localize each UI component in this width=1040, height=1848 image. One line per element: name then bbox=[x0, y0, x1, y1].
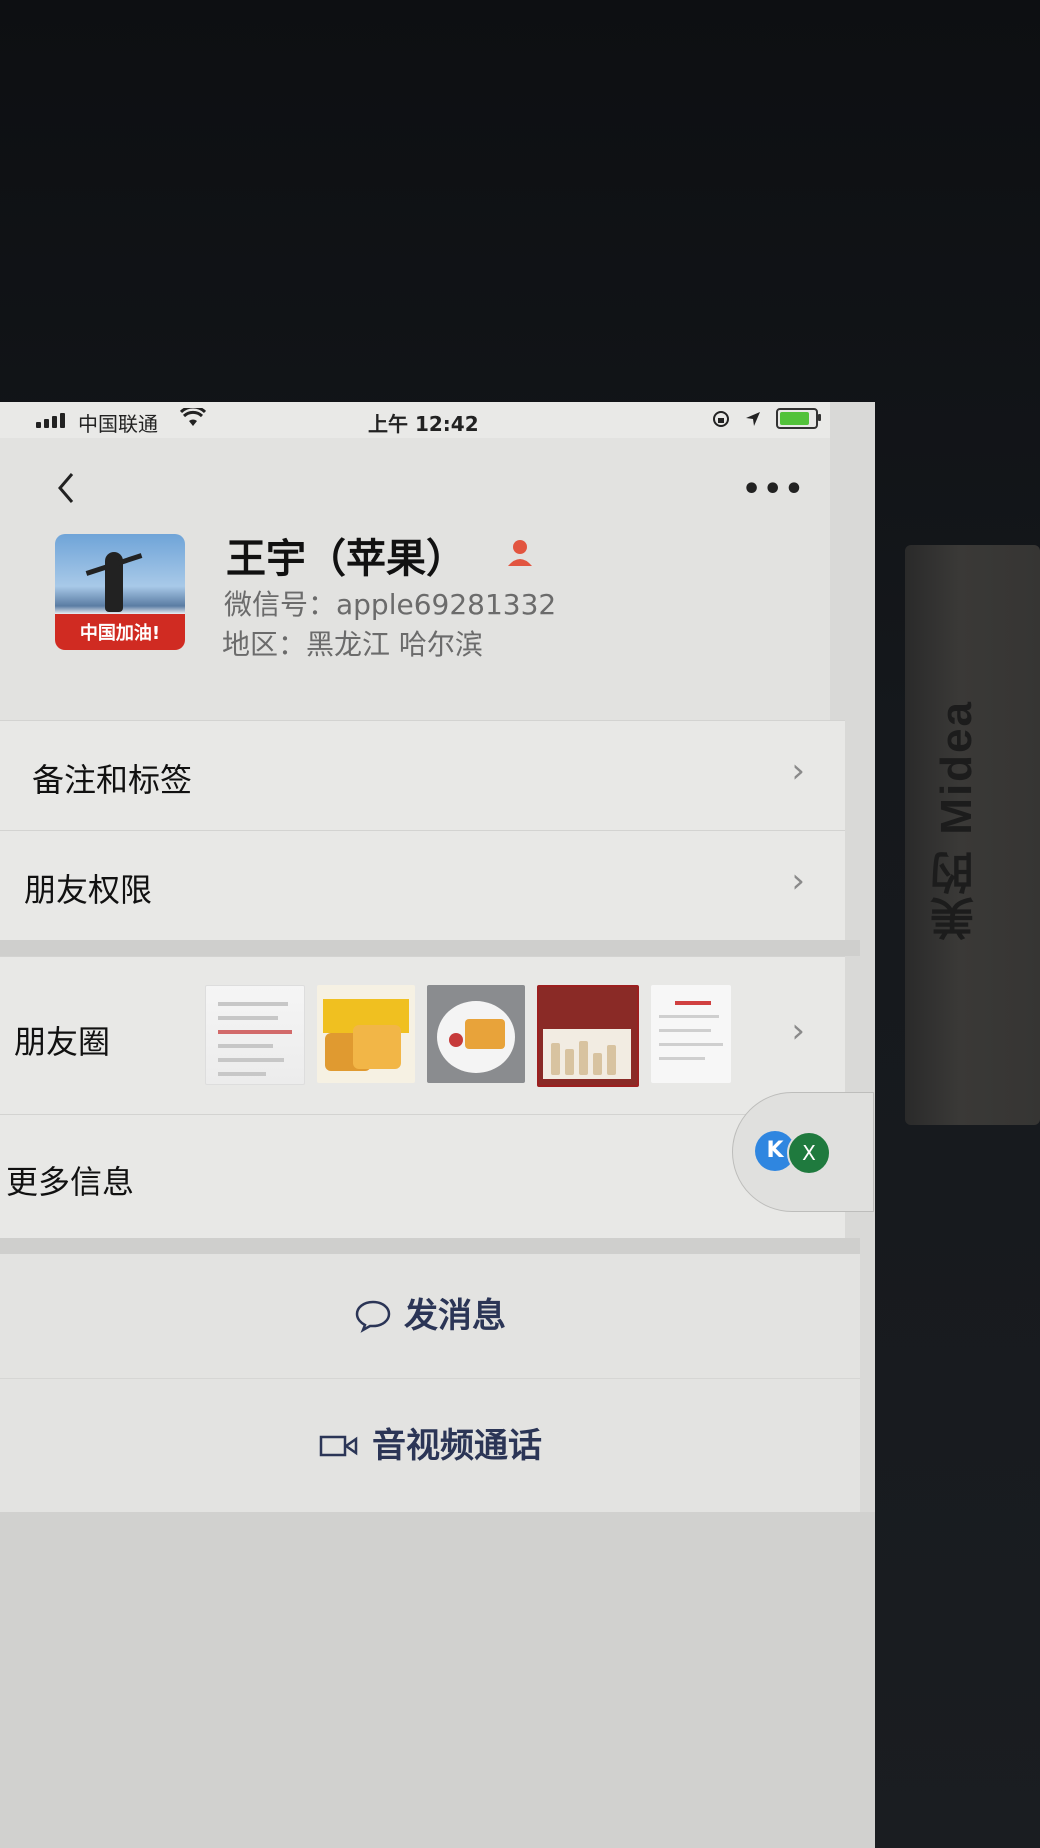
appliance-brand-text: 美的 Midea bbox=[932, 700, 981, 941]
orientation-lock-icon bbox=[713, 410, 729, 427]
floating-widget[interactable]: K X bbox=[732, 1092, 874, 1212]
row-moments[interactable]: 朋友圈 › bbox=[0, 956, 845, 1115]
section-divider bbox=[0, 1238, 860, 1254]
avatar-photo-figure bbox=[105, 552, 123, 612]
moment-thumbnail bbox=[205, 985, 305, 1085]
chat-bubble-icon bbox=[355, 1300, 391, 1333]
moment-thumbnail bbox=[427, 985, 525, 1083]
wifi-icon bbox=[179, 405, 207, 433]
moment-thumbnail bbox=[651, 985, 731, 1083]
carrier-name: 中国联通 bbox=[78, 412, 158, 436]
row-more-info[interactable]: 更多信息 bbox=[0, 1114, 845, 1239]
clock: 上午 12:42 bbox=[368, 412, 479, 436]
avatar[interactable]: 中国加油! bbox=[55, 534, 185, 650]
region: 地区：黑龙江 哈尔滨 bbox=[222, 628, 483, 661]
contact-name: 王宇（苹果） bbox=[226, 536, 466, 582]
moment-thumbnail bbox=[317, 985, 415, 1083]
voice-video-call-button[interactable]: 音视频通话 bbox=[0, 1378, 860, 1513]
row-remarks-tags[interactable]: 备注和标签 › bbox=[0, 720, 845, 831]
phone-screen: 中国联通 上午 12:42 ••• 中国加油! 王宇（苹果） 微信号：apple… bbox=[0, 402, 875, 1848]
more-button[interactable]: ••• bbox=[742, 472, 806, 507]
send-message-button[interactable]: 发消息 bbox=[0, 1254, 860, 1378]
status-bar: 中国联通 上午 12:42 bbox=[0, 402, 830, 438]
empty-area bbox=[0, 1512, 875, 1848]
moments-thumbnails bbox=[205, 985, 731, 1087]
voice-video-call-label: 音视频通话 bbox=[372, 1426, 542, 1466]
wechat-id: 微信号：apple69281332 bbox=[224, 588, 557, 621]
user-icon bbox=[508, 540, 532, 566]
chevron-right-icon: › bbox=[791, 861, 805, 901]
x-app-icon[interactable]: X bbox=[787, 1131, 831, 1175]
avatar-banner: 中国加油! bbox=[55, 614, 185, 650]
row-friend-permissions[interactable]: 朋友权限 › bbox=[0, 830, 845, 941]
chevron-left-icon bbox=[58, 473, 74, 503]
battery-icon bbox=[776, 408, 821, 429]
row-label: 朋友权限 bbox=[24, 871, 153, 909]
chevron-right-icon: › bbox=[791, 751, 805, 791]
row-label: 备注和标签 bbox=[32, 761, 193, 799]
row-label: 朋友圈 bbox=[14, 1023, 111, 1061]
status-icons bbox=[712, 408, 821, 429]
video-camera-icon bbox=[319, 1435, 358, 1457]
back-button[interactable] bbox=[52, 468, 92, 512]
moment-thumbnail bbox=[537, 985, 639, 1087]
location-arrow-icon bbox=[746, 411, 760, 426]
send-message-label: 发消息 bbox=[404, 1296, 506, 1336]
chevron-right-icon: › bbox=[791, 1011, 805, 1051]
row-label: 更多信息 bbox=[6, 1163, 135, 1201]
section-divider bbox=[0, 940, 860, 956]
signal-icon bbox=[36, 412, 65, 428]
profile-header: ••• 中国加油! 王宇（苹果） 微信号：apple69281332 地区：黑龙… bbox=[0, 438, 830, 742]
